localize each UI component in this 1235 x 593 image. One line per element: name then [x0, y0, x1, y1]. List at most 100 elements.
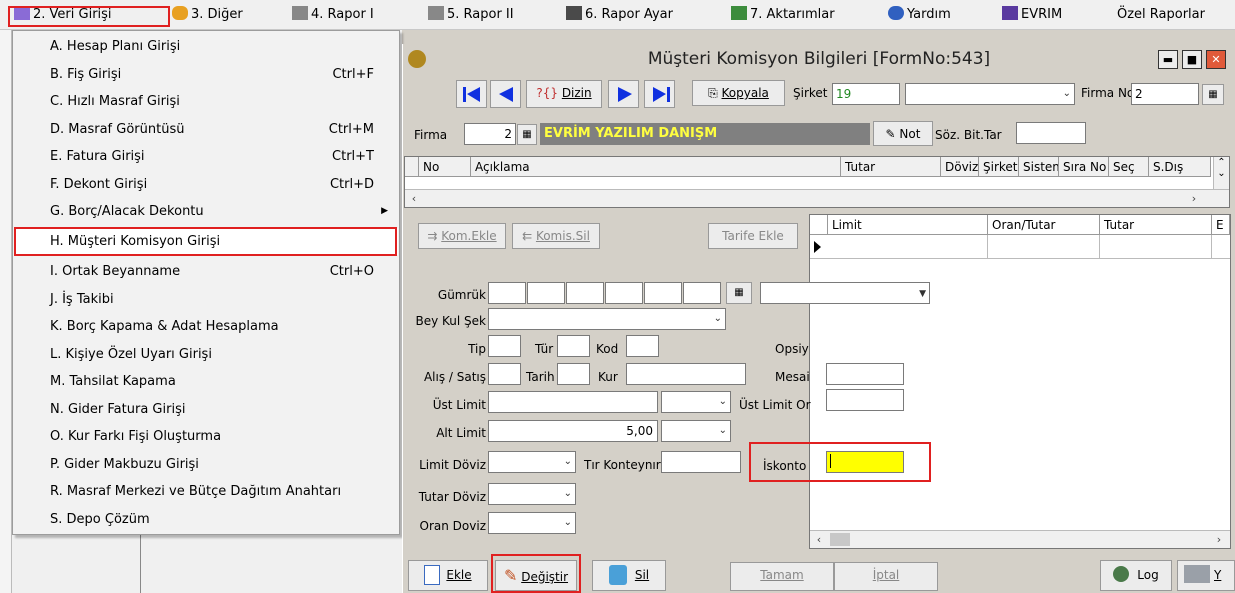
tutar-doviz-combo[interactable]: ⌄ [488, 483, 576, 505]
menu-aktarimlar[interactable]: 7. Aktarımlar [731, 5, 835, 25]
grid-vscroll[interactable]: ⌃ ⌄ [1213, 157, 1229, 189]
firma-no-input[interactable]: 2 [1131, 83, 1199, 105]
close-button[interactable]: ✕ [1206, 50, 1226, 69]
kopyala-button[interactable]: ⎘ Kopyala [692, 80, 785, 106]
menu-item-fis-girisi[interactable]: B. Fiş Girişi Ctrl+F [14, 61, 398, 88]
ust-limit-currency-combo[interactable]: ⌄ [661, 391, 731, 413]
list-icon [566, 6, 582, 20]
limit-hscroll[interactable]: ‹ › [810, 530, 1230, 548]
alt-limit-currency-combo[interactable]: ⌄ [661, 420, 731, 442]
iptal-button[interactable]: İptal [834, 562, 938, 591]
limit-row[interactable] [810, 235, 1230, 259]
ekle-button[interactable]: Ekle [408, 560, 488, 591]
kom-ekle-button[interactable]: ⇉ Kom.Ekle [418, 223, 506, 249]
kur-input[interactable] [626, 363, 746, 385]
menu-rapor-ayar[interactable]: 6. Rapor Ayar [566, 5, 673, 25]
maximize-button[interactable]: ■ [1182, 50, 1202, 69]
menu-item-musteri-komisyon[interactable]: H. Müşteri Komisyon Girişi [14, 228, 398, 255]
menu-item-fatura-girisi[interactable]: E. Fatura Girişi Ctrl+T [14, 143, 398, 170]
menu-item-dekont-girisi[interactable]: F. Dekont Girişi Ctrl+D [14, 171, 398, 198]
menu-item-kur-farki[interactable]: O. Kur Farkı Fişi Oluşturma [14, 423, 398, 450]
soz-bit-tar-input[interactable] [1016, 122, 1086, 144]
iskonto-input[interactable] [826, 451, 904, 473]
firma-label: Firma [414, 128, 448, 142]
oran-doviz-combo[interactable]: ⌄ [488, 512, 576, 534]
menu-evrim[interactable]: EVRIM [1002, 5, 1062, 25]
bey-kul-sek-label: Bey Kul Şek [415, 314, 486, 328]
firma-code-input[interactable]: 2 [464, 123, 516, 145]
menu-item-gider-fatura[interactable]: N. Gider Fatura Girişi [14, 396, 398, 423]
sirket-combo[interactable]: ⌄ [905, 83, 1075, 105]
menu-veri-girisi[interactable]: 2. Veri Girişi [14, 5, 112, 25]
print-button[interactable]: Y [1177, 560, 1235, 591]
gumruk-input-1[interactable] [488, 282, 526, 304]
sirket-input[interactable]: 19 [832, 83, 900, 105]
menu-item-uyari-girisi[interactable]: L. Kişiye Özel Uyarı Girişi [14, 341, 398, 368]
sil-button[interactable]: Sil [592, 560, 666, 591]
menu-item-hizli-masraf[interactable]: C. Hızlı Masraf Girişi [14, 88, 398, 115]
menu-item-ortak-beyanname[interactable]: I. Ortak Beyanname Ctrl+O [14, 258, 398, 285]
calendar-icon[interactable]: ▦ [1202, 84, 1224, 105]
last-record-button[interactable] [644, 80, 675, 108]
tur-input[interactable] [557, 335, 590, 357]
ust-limit-oran-input[interactable] [826, 389, 904, 411]
alt-limit-label: Alt Limit [436, 426, 486, 440]
ust-limit-input[interactable] [488, 391, 658, 413]
log-button[interactable]: Log [1100, 560, 1172, 591]
gumruk-input-6[interactable] [683, 282, 721, 304]
limit-doviz-label: Limit Döviz [419, 458, 486, 472]
bey-kul-sek-combo[interactable]: ⌄ [488, 308, 726, 330]
tarih-input[interactable] [557, 363, 590, 385]
tarife-ekle-button[interactable]: Tarife Ekle [708, 223, 798, 249]
menu-yardim[interactable]: Yardım [888, 5, 951, 25]
tip-input[interactable] [488, 335, 521, 357]
index-icon: ?{} [536, 86, 562, 100]
next-record-button[interactable] [608, 80, 639, 108]
prev-record-button[interactable] [490, 80, 521, 108]
menu-item-gider-makbuzu[interactable]: P. Gider Makbuzu Girişi [14, 451, 398, 478]
menu-item-depo-cozum[interactable]: S. Depo Çözüm [14, 506, 398, 533]
tamam-button[interactable]: Tamam [730, 562, 834, 591]
degistir-button[interactable]: ✎ Değiştir [495, 560, 577, 591]
col-no: No [419, 157, 471, 177]
tir-konteynir-input[interactable] [661, 451, 741, 473]
recycle-bin-icon [608, 565, 627, 585]
menu-item-hesap-plani[interactable]: A. Hesap Planı Girişi [14, 33, 398, 60]
menu-rapor-2[interactable]: 5. Rapor II [428, 5, 514, 25]
kod-input[interactable] [626, 335, 659, 357]
left-panel-strip [0, 30, 12, 593]
gumruk-input-5[interactable] [644, 282, 682, 304]
commission-list-grid[interactable]: No Açıklama Tutar Döviz Şirket Sistem Sı… [404, 156, 1230, 208]
gumruk-lookup-icon[interactable]: ▦ [726, 282, 752, 304]
gumruk-label: Gümrük [437, 288, 486, 302]
gumruk-input-2[interactable] [527, 282, 565, 304]
menu-item-borc-kapama[interactable]: K. Borç Kapama & Adat Hesaplama [14, 313, 398, 340]
tur-label: Tür [535, 342, 554, 356]
menu-diger[interactable]: 3. Diğer [172, 5, 243, 25]
menu-ozel-raporlar[interactable]: Özel Raporlar [1117, 5, 1205, 25]
komis-sil-button[interactable]: ⇇ Komis.Sil [512, 223, 600, 249]
grid-hscroll[interactable]: ‹ › [405, 189, 1229, 207]
menu-item-borc-alacak[interactable]: G. Borç/Alacak Dekontu ▶ [14, 198, 398, 225]
chevron-down-icon: ⌄ [718, 396, 727, 407]
menu-item-masraf-merkezi[interactable]: R. Masraf Merkezi ve Bütçe Dağıtım Anaht… [14, 478, 398, 505]
note-icon: ✎ [885, 127, 900, 141]
transfer-icon [731, 6, 747, 20]
gumruk-combo[interactable]: ▼ [760, 282, 930, 304]
limit-doviz-combo[interactable]: ⌄ [488, 451, 576, 473]
col-limit-tutar: Tutar [1100, 215, 1212, 235]
minimize-button[interactable]: ▬ [1158, 50, 1178, 69]
first-record-button[interactable] [456, 80, 487, 108]
gumruk-input-4[interactable] [605, 282, 643, 304]
menu-rapor-1[interactable]: 4. Rapor I [292, 5, 374, 25]
alt-limit-input[interactable]: 5,00 [488, 420, 658, 442]
gumruk-input-3[interactable] [566, 282, 604, 304]
mesai-input[interactable] [826, 363, 904, 385]
firma-lookup-icon[interactable]: ▦ [517, 124, 537, 145]
alis-satis-input[interactable] [488, 363, 521, 385]
dizin-button[interactable]: ?{} Dizin [526, 80, 602, 108]
menu-item-masraf-goruntusu[interactable]: D. Masraf Görüntüsü Ctrl+M [14, 116, 398, 143]
menu-item-tahsilat-kapama[interactable]: M. Tahsilat Kapama [14, 368, 398, 395]
menu-item-is-takibi[interactable]: J. İş Takibi [14, 286, 398, 313]
not-button[interactable]: ✎ Not [873, 121, 933, 146]
